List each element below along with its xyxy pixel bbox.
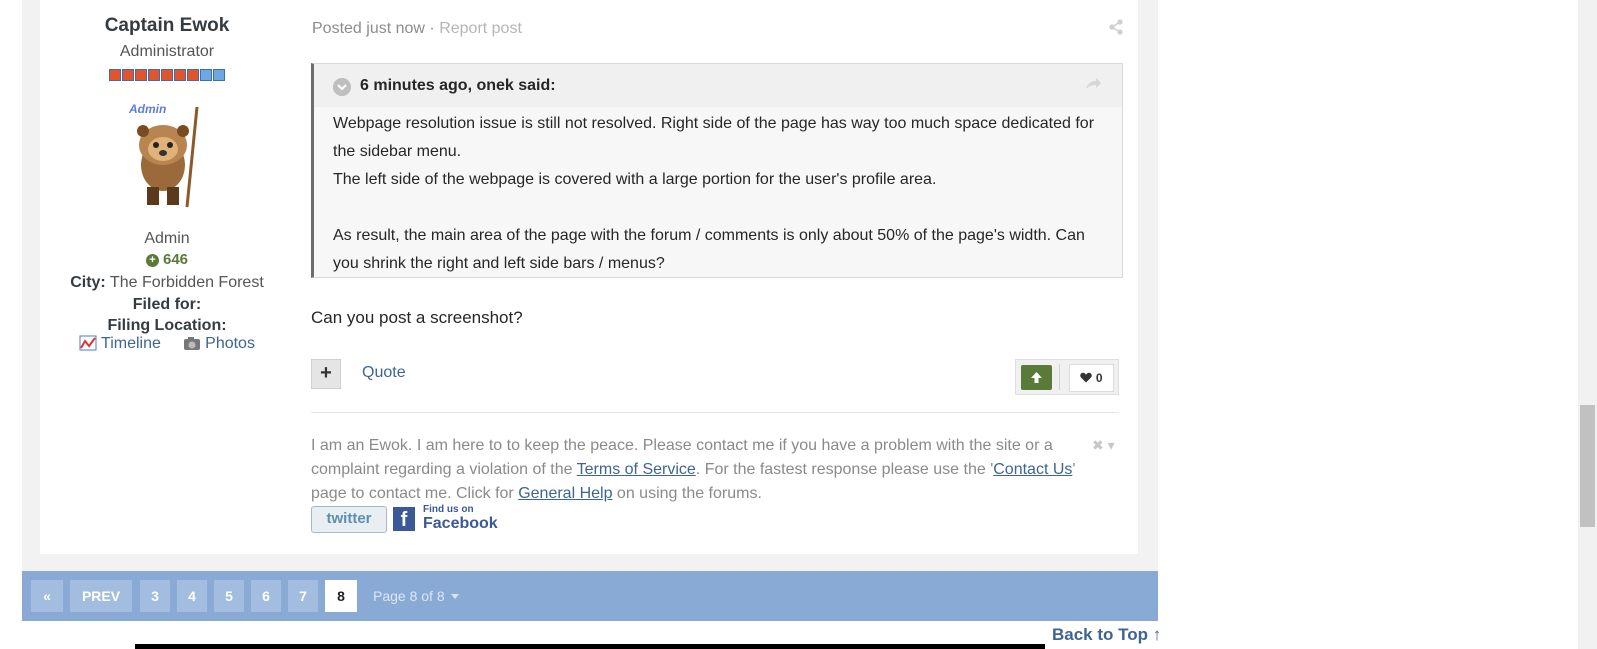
posted-time: Posted just now (312, 20, 425, 37)
page-scrollbar-thumb[interactable] (1580, 405, 1595, 527)
facebook-label[interactable]: Facebook (423, 515, 498, 533)
timeline-link[interactable]: Timeline (79, 335, 165, 352)
quote-header: 6 minutes ago, onek said: (314, 64, 1122, 107)
page-button[interactable]: 4 (177, 580, 207, 612)
post-meta: Posted just now · Report post (312, 20, 522, 38)
author-name[interactable]: Captain Ewok (40, 15, 294, 37)
terms-of-service-link[interactable]: Terms of Service (577, 461, 696, 478)
filed-for-label: Filed for: (132, 296, 202, 313)
quote-line: Webpage resolution issue is still not re… (333, 115, 1095, 160)
author-role: Administrator (119, 43, 215, 60)
city-label: City: (70, 274, 106, 291)
quote-body: Webpage resolution issue is still not re… (333, 110, 1103, 278)
reputation-controls: 0 (1015, 359, 1119, 395)
rank-pips (109, 69, 225, 83)
author-links: Timeline Photos (40, 335, 294, 353)
city-field: City: The Forbidden Forest (40, 274, 294, 292)
upvote-button[interactable] (1021, 365, 1052, 390)
photos-link[interactable]: Photos (183, 335, 255, 352)
caret-down-icon (450, 594, 459, 599)
author-group: Admin (144, 230, 190, 247)
current-page-button[interactable]: 8 (325, 580, 357, 612)
facebook-icon[interactable]: f (393, 507, 415, 531)
reply-arrow-icon[interactable] (1084, 76, 1102, 92)
page-button[interactable]: 3 (140, 580, 170, 612)
ewok-avatar[interactable] (125, 103, 211, 211)
report-post-link[interactable]: Report post (439, 20, 522, 37)
city-value: The Forbidden Forest (109, 274, 264, 291)
signature-divider (311, 412, 1119, 413)
quote-button[interactable]: Quote (362, 364, 406, 382)
page-button[interactable]: 7 (288, 580, 318, 612)
facebook-find-us[interactable]: Find us on (423, 505, 474, 515)
back-to-top-link[interactable]: Back to Top ↑ (1052, 625, 1161, 645)
post-reply-text: Can you post a screenshot? (311, 308, 523, 327)
page-button[interactable]: 5 (214, 580, 244, 612)
meta-separator: · (429, 20, 435, 37)
signature: I am an Ewok. I am here to to keep the p… (311, 434, 1091, 506)
first-page-button[interactable]: « (31, 580, 63, 612)
quote-line: As result, the main area of the page wit… (333, 227, 1085, 272)
page-button[interactable]: 6 (251, 580, 281, 612)
filing-location-label: Filing Location: (107, 317, 227, 334)
contact-us-link[interactable]: Contact Us (993, 461, 1072, 478)
timeline-chart-icon (79, 335, 97, 351)
filed-for-field: Filed for: (40, 296, 294, 314)
hide-signature-icon[interactable]: ✖ ▾ (1092, 437, 1115, 454)
share-icon[interactable] (1108, 19, 1124, 35)
chevron-down-icon[interactable] (333, 78, 351, 96)
prev-page-button[interactable]: PREV (70, 580, 132, 612)
signature-text: on using the forums. (612, 485, 762, 502)
pagination-bar: « PREV 3 4 5 6 7 8 Page 8 of 8 (22, 571, 1158, 621)
footer-edge (135, 644, 1045, 649)
camera-icon (184, 337, 201, 350)
reputation-badge: +646 (40, 251, 294, 268)
quote-line (333, 194, 1103, 222)
reputation-value: 646 (162, 251, 189, 268)
twitter-badge[interactable]: twitter (311, 506, 387, 533)
like-count-button[interactable]: 0 (1069, 364, 1114, 392)
page-scrollbar-track[interactable] (1578, 0, 1597, 649)
quote-citation: 6 minutes ago, onek said: (360, 77, 556, 94)
filing-location-field: Filing Location: (40, 317, 294, 335)
quote-line: The left side of the webpage is covered … (333, 171, 937, 188)
general-help-link[interactable]: General Help (518, 485, 612, 502)
reputation-divider (1059, 364, 1060, 390)
heart-icon (1080, 372, 1093, 383)
arrow-up-icon (1031, 372, 1042, 383)
multiquote-plus-button[interactable]: + (311, 359, 341, 389)
signature-text: . For the fastest response please use th… (695, 461, 994, 478)
page-jump-dropdown[interactable]: Page 8 of 8 (373, 588, 459, 604)
like-count: 0 (1095, 371, 1103, 385)
plus-circle-icon: + (145, 254, 159, 267)
quote-block: 6 minutes ago, onek said: Webpage resolu… (311, 63, 1123, 278)
